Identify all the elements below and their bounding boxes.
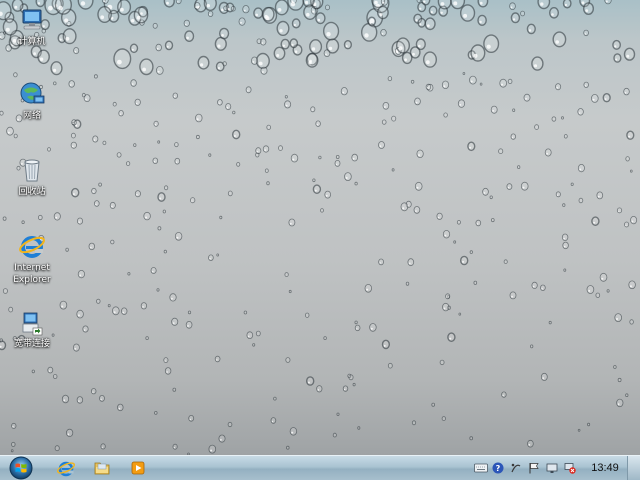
ie-icon [19, 236, 45, 258]
ie-icon [57, 461, 75, 477]
svg-text:?: ? [496, 464, 501, 473]
taskbar-pinned-media-player[interactable] [124, 458, 152, 478]
desktop-icon-broadband-connection[interactable]: 宽带连接 [2, 308, 62, 350]
water-drops-wallpaper [0, 0, 638, 455]
desktop-icon-label: 回收站 [18, 187, 46, 197]
clock[interactable]: 13:49 [588, 462, 622, 474]
computer-icon [22, 9, 42, 30]
input-method-icon[interactable] [510, 462, 522, 474]
help-icon[interactable]: ? [492, 462, 504, 474]
desktop-icon-label: Internet Explorer [13, 263, 51, 285]
desktop-icon-label: 网络 [22, 111, 41, 121]
broadband-connection-icon [22, 312, 43, 336]
desktop-icon-label: 计算机 [18, 37, 46, 47]
desktop-icon-internet-explorer[interactable]: Internet Explorer [2, 232, 62, 286]
taskbar-pinned-internet-explorer[interactable] [52, 458, 80, 478]
show-desktop-button[interactable] [627, 456, 640, 480]
desktop-icon-recycle-bin[interactable]: 回收站 [2, 156, 62, 198]
media-player-icon [131, 461, 145, 475]
keyboard-icon[interactable] [474, 462, 488, 474]
network-icon [20, 82, 45, 104]
recycle-bin-icon [24, 159, 40, 182]
taskbar: ? 13:49 [0, 455, 640, 480]
windows-orb-icon [9, 456, 33, 480]
start-button[interactable] [6, 456, 36, 480]
desktop-icon-network[interactable]: 网络 [2, 80, 62, 122]
network-disconnected-icon[interactable] [564, 462, 576, 474]
display-icon[interactable] [546, 462, 558, 474]
desktop[interactable]: 计算机 网络 回收站 Internet Explorer 宽带连接 ? 13:4… [0, 0, 640, 480]
desktop-icon-label: 宽带连接 [13, 339, 50, 349]
desktop-icon-computer[interactable]: 计算机 [2, 6, 62, 48]
flag-icon[interactable] [528, 462, 540, 474]
taskbar-pinned-explorer[interactable] [88, 458, 116, 478]
folder-icon [94, 462, 110, 475]
